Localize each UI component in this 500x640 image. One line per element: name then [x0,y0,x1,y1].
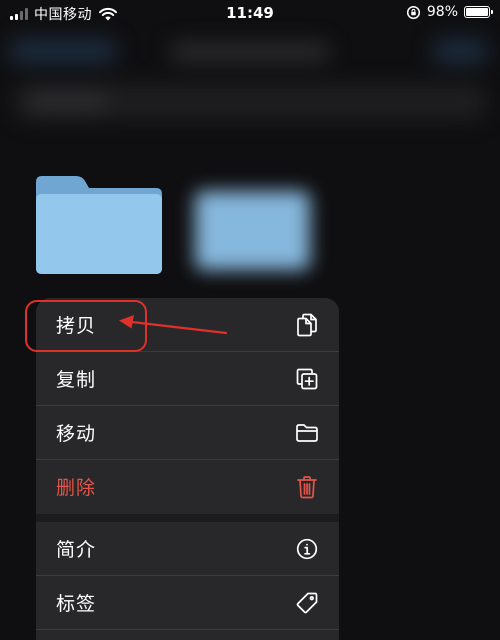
menu-item-duplicate[interactable]: 复制 [36,352,339,405]
blurred-nav-button [432,38,488,64]
duplicate-icon [295,367,319,391]
folder-icon-large[interactable] [36,176,162,274]
menu-item-label: 标签 [56,593,97,615]
menu-item-tags[interactable]: 标签 [36,576,339,629]
battery-level [466,8,488,16]
menu-item-label: 简介 [56,539,97,561]
trash-icon [295,475,319,499]
status-right: 98% [406,4,493,20]
copy-icon [295,313,319,337]
annotation-highlight-box [25,300,147,352]
status-bar: 中国移动 11:49 98% [0,0,500,28]
battery-icon [464,6,493,18]
menu-item-delete[interactable]: 删除 [36,460,339,513]
tag-icon [295,591,319,615]
blurred-folder-icon [195,191,310,270]
menu-item-info[interactable]: 简介 [36,522,339,575]
battery-percent: 98% [426,4,458,20]
menu-item-label: 移动 [56,423,97,445]
blurred-search-text [28,92,108,110]
folder-icon [295,421,319,445]
menu-item-label: 复制 [56,369,97,391]
menu-divider [36,629,339,630]
menu-group-separator [36,514,339,522]
menu-item-label: 删除 [56,477,97,499]
info-icon [295,537,319,561]
menu-item-move[interactable]: 移动 [36,406,339,459]
orientation-lock-icon [406,5,420,19]
blurred-nav-title [170,42,330,62]
blurred-back-button [8,38,118,64]
